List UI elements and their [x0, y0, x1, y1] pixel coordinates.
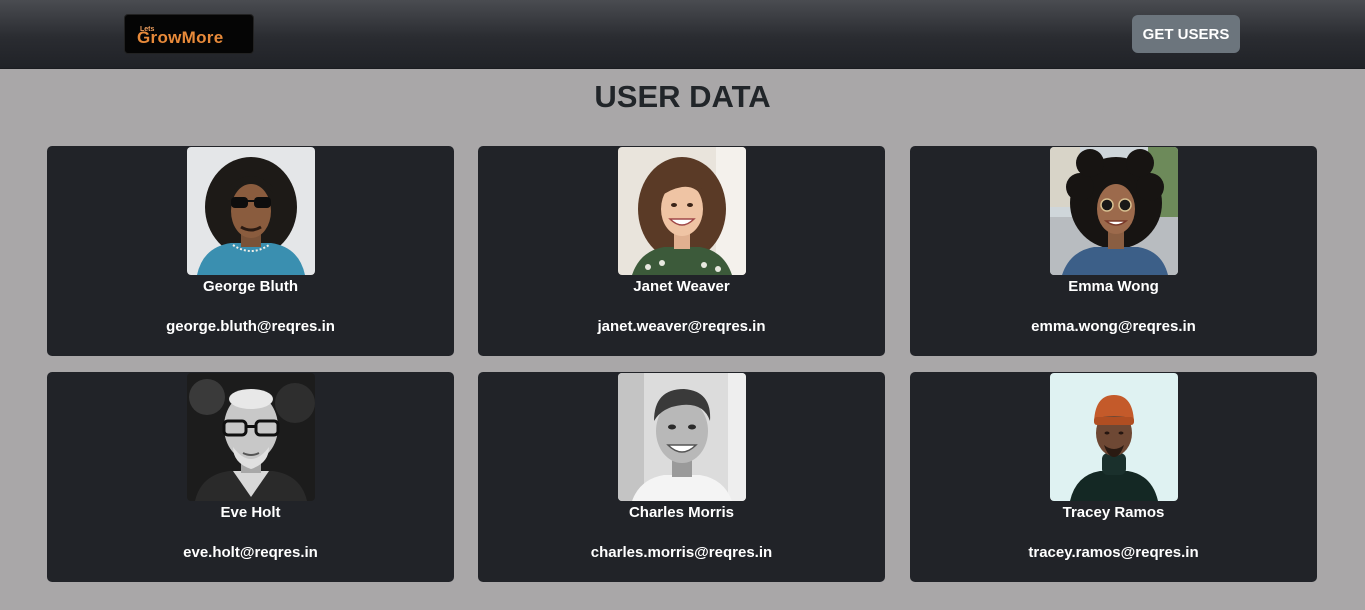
user-name: Emma Wong [1068, 278, 1159, 295]
get-users-button[interactable]: GET USERS [1132, 15, 1240, 53]
logo-text: GrowMore [137, 28, 224, 47]
user-name: Eve Holt [220, 504, 281, 521]
user-grid: George Bluth george.bluth@reqres.in Jane… [47, 146, 1317, 582]
page-title: USER DATA [594, 79, 771, 114]
user-name: Charles Morris [628, 504, 735, 521]
user-email: eve.holt@reqres.in [183, 544, 318, 561]
user-email: george.bluth@reqres.in [166, 318, 335, 335]
user-avatar [618, 373, 746, 501]
user-card: George Bluth george.bluth@reqres.in [47, 146, 454, 356]
user-card: Charles Morris charles.morris@reqres.in [478, 372, 885, 582]
brand-logo[interactable]: Lets GrowMore [124, 14, 254, 54]
user-card: Tracey Ramos tracey.ramos@reqres.in [910, 372, 1317, 582]
user-email: charles.morris@reqres.in [590, 544, 773, 561]
user-email: emma.wong@reqres.in [1031, 318, 1196, 335]
user-avatar [187, 373, 315, 501]
user-avatar [187, 147, 315, 275]
user-email: tracey.ramos@reqres.in [1028, 544, 1199, 561]
user-email: janet.weaver@reqres.in [597, 318, 766, 335]
user-avatar [1050, 147, 1178, 275]
user-avatar [1050, 373, 1178, 501]
navbar: Lets GrowMore GET USERS [0, 0, 1365, 69]
user-name: George Bluth [202, 278, 298, 295]
user-name: Tracey Ramos [1062, 504, 1165, 521]
user-card: Janet Weaver janet.weaver@reqres.in [478, 146, 885, 356]
user-card: Eve Holt eve.holt@reqres.in [47, 372, 454, 582]
user-name: Janet Weaver [633, 278, 730, 295]
user-card: Emma Wong emma.wong@reqres.in [910, 146, 1317, 356]
user-avatar [618, 147, 746, 275]
